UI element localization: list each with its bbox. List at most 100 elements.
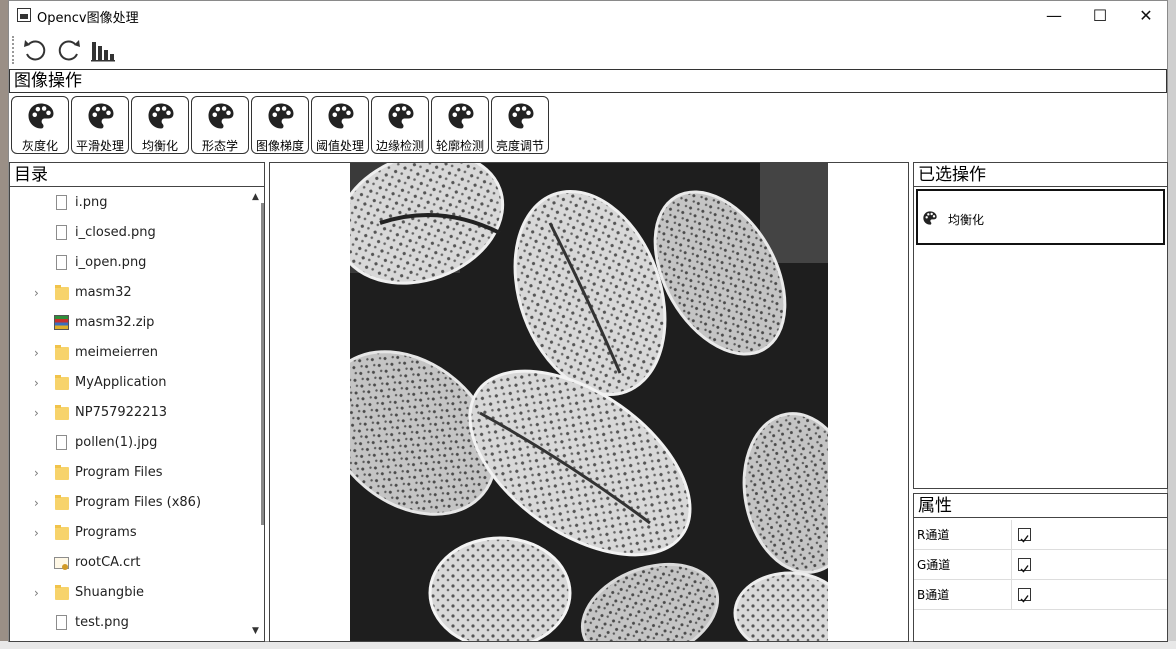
close-button[interactable]: ✕	[1123, 1, 1169, 31]
property-label: G通道	[917, 550, 1012, 580]
tree-item-label: NP757922213	[75, 405, 168, 420]
tree-item-label: Program Files	[75, 465, 163, 480]
operation-label: 图像梯度	[255, 139, 304, 153]
operation-button[interactable]: 边缘检测	[371, 96, 429, 154]
directory-scrollbar[interactable]: ▲ ▼	[250, 188, 264, 641]
operation-button[interactable]: 图像梯度	[251, 96, 309, 154]
image-canvas[interactable]	[269, 162, 909, 642]
file-icon	[56, 195, 67, 210]
tree-item[interactable]: › Programs	[10, 518, 250, 548]
operation-button[interactable]: 轮廓检测	[431, 96, 489, 154]
app-window: Opencv图像处理 — ☐ ✕ 图像操作 灰度化 平滑处理 均衡化 形态学 图…	[8, 0, 1168, 642]
file-icon	[56, 435, 67, 450]
file-icon	[56, 615, 67, 630]
palette-icon	[268, 103, 294, 129]
operation-label: 形态学	[201, 139, 238, 153]
scroll-up-icon[interactable]: ▲	[252, 192, 259, 202]
tree-item[interactable]: › Shuangbie	[10, 578, 250, 608]
operation-label: 平滑处理	[75, 139, 124, 153]
property-row: R通道	[914, 520, 1167, 550]
palette-icon	[388, 103, 414, 129]
pollen-image-drawing	[350, 163, 828, 641]
histogram-button[interactable]	[89, 36, 117, 64]
property-row: B通道	[914, 580, 1167, 610]
channel-checkbox[interactable]	[1018, 588, 1031, 603]
chevron-right-icon[interactable]: ›	[34, 527, 46, 539]
tree-item[interactable]: i_closed.png	[10, 218, 250, 248]
tree-item[interactable]: › Program Files	[10, 458, 250, 488]
palette-icon	[148, 103, 174, 129]
tree-item[interactable]: › masm32	[10, 278, 250, 308]
operation-button[interactable]: 形态学	[191, 96, 249, 154]
operation-label: 阈值处理	[315, 139, 364, 153]
redo-button[interactable]	[55, 36, 83, 64]
chevron-right-icon[interactable]: ›	[34, 497, 46, 509]
channel-checkbox[interactable]	[1018, 558, 1031, 573]
toolbar	[9, 32, 1167, 68]
palette-icon	[208, 103, 234, 129]
operation-button[interactable]: 亮度调节	[491, 96, 549, 154]
app-icon	[17, 8, 31, 22]
tree-item[interactable]: pollen(1).jpg	[10, 428, 250, 458]
title-bar[interactable]: Opencv图像处理 — ☐ ✕	[9, 1, 1167, 31]
tree-item-label: i_open.png	[75, 255, 147, 270]
selected-ops-panel: 已选操作 均衡化	[913, 162, 1168, 489]
selected-op-label: 均衡化	[948, 213, 985, 227]
chevron-right-icon[interactable]: ›	[34, 467, 46, 479]
file-icon	[56, 225, 67, 240]
minimize-button[interactable]: —	[1031, 1, 1077, 31]
maximize-button[interactable]: ☐	[1077, 1, 1123, 31]
palette-icon	[88, 103, 114, 129]
chevron-right-icon[interactable]: ›	[34, 347, 46, 359]
checkmark-icon	[1020, 595, 1029, 603]
property-label: B通道	[917, 580, 1012, 610]
operations-header: 图像操作	[9, 69, 1167, 93]
tree-item[interactable]: rootCA.crt	[10, 548, 250, 578]
operation-button[interactable]: 平滑处理	[71, 96, 129, 154]
directory-tree[interactable]: i.png i_closed.png i_open.png › masm32 masm32…	[10, 188, 250, 641]
operation-button[interactable]: 均衡化	[131, 96, 189, 154]
palette-icon	[448, 103, 474, 129]
tree-item-label: Shuangbie	[75, 585, 145, 600]
operation-label: 灰度化	[21, 139, 58, 153]
operation-button[interactable]: 阈值处理	[311, 96, 369, 154]
zip-archive-icon	[54, 315, 69, 330]
tree-item-label: i.png	[75, 195, 108, 210]
scrollbar-thumb[interactable]	[261, 203, 264, 525]
operation-label: 亮度调节	[495, 139, 544, 153]
undo-icon	[24, 40, 46, 61]
directory-panel: 目录 i.png i_closed.png i_open.png › masm32 mas…	[9, 162, 265, 642]
tree-item[interactable]: test.png	[10, 608, 250, 638]
chevron-right-icon[interactable]: ›	[34, 377, 46, 389]
chevron-right-icon[interactable]: ›	[34, 407, 46, 419]
tree-item[interactable]: i_open.png	[10, 248, 250, 278]
property-label: R通道	[917, 520, 1012, 550]
tree-item[interactable]: › meimeierren	[10, 338, 250, 368]
scroll-down-icon[interactable]: ▼	[252, 626, 259, 636]
tree-item[interactable]: › Program Files (x86)	[10, 488, 250, 518]
pollen-image	[350, 163, 828, 641]
folder-icon	[55, 375, 69, 390]
directory-title: 目录	[10, 163, 264, 187]
tree-item-label: pollen(1).jpg	[75, 435, 158, 450]
folder-icon	[55, 585, 69, 600]
channel-checkbox[interactable]	[1018, 528, 1031, 543]
tree-item[interactable]: › NP757922213	[10, 398, 250, 428]
selected-ops-title: 已选操作	[914, 163, 1167, 187]
checkmark-icon	[1020, 565, 1029, 573]
folder-icon	[55, 525, 69, 540]
tree-item-label: masm32	[75, 285, 132, 300]
tree-item-label: MyApplication	[75, 375, 167, 390]
selected-op-item[interactable]: 均衡化	[916, 189, 1165, 245]
operation-label: 轮廓检测	[435, 139, 484, 153]
operations-row: 灰度化 平滑处理 均衡化 形态学 图像梯度 阈值处理 边缘检测 轮廓检测 亮度调…	[9, 94, 1167, 157]
tree-item-label: masm32.zip	[75, 315, 155, 330]
undo-button[interactable]	[21, 36, 49, 64]
chevron-right-icon[interactable]: ›	[34, 587, 46, 599]
chevron-right-icon[interactable]: ›	[34, 287, 46, 299]
tree-item[interactable]: › MyApplication	[10, 368, 250, 398]
operation-button[interactable]: 灰度化	[11, 96, 69, 154]
tree-item[interactable]: i.png	[10, 188, 250, 218]
tree-item[interactable]: masm32.zip	[10, 308, 250, 338]
redo-icon	[58, 40, 80, 61]
